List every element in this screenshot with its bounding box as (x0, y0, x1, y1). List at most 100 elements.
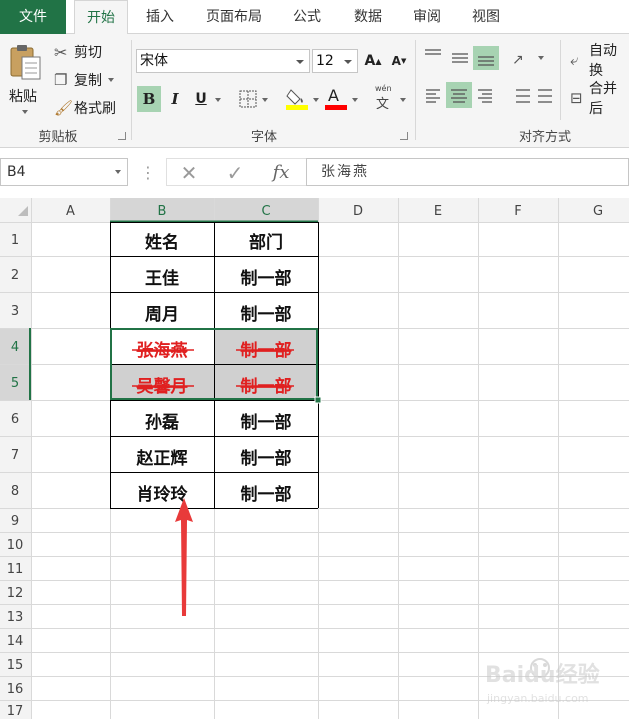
name-box-value: B4 (7, 164, 26, 180)
row-header-17[interactable]: 17 (7, 704, 24, 719)
tab-review[interactable]: 审阅 (402, 0, 452, 34)
watermark-url: jingyan.baidu.com (486, 692, 589, 705)
decrease-font-size-icon[interactable]: A ▼ (388, 50, 410, 72)
clipboard-launcher-icon[interactable] (118, 132, 126, 140)
tab-formulas[interactable]: 公式 (282, 0, 332, 34)
cell-c3[interactable]: 制一部 (241, 304, 292, 325)
fill-handle[interactable] (314, 396, 322, 404)
cell-b7[interactable]: 赵正辉 (136, 448, 188, 469)
cell-c2[interactable]: 制一部 (241, 268, 292, 289)
clipboard-group-label: 剪贴板 (38, 130, 78, 145)
grid-canvas[interactable]: A B C D E F G1234567891011121314151617姓名 部门王佳 制一… (0, 198, 629, 719)
row-header-4[interactable]: 4 (11, 340, 19, 355)
row-header-16[interactable]: 16 (7, 682, 24, 697)
baidu-jingyan-watermark: Baidu经验 jingyan.baidu.com (485, 658, 600, 705)
column-header-g[interactable]: G (593, 204, 603, 219)
name-box[interactable]: B4 (0, 158, 128, 186)
bold-button[interactable]: B (137, 86, 161, 112)
paint-bucket-icon (286, 89, 308, 110)
phonetic-guide-button[interactable]: wén 文 (372, 84, 408, 114)
row-header-13[interactable]: 13 (7, 610, 24, 625)
increase-font-size-icon[interactable]: A ▲ (362, 50, 384, 72)
group-divider (560, 40, 561, 120)
watermark-brand: Baidu经验 (485, 662, 600, 688)
cell-b2[interactable]: 王佳 (145, 268, 179, 289)
font-size-value: 12 (316, 53, 334, 69)
font-launcher-icon[interactable] (400, 132, 408, 140)
font-color-a-icon: A (328, 86, 339, 105)
paste-icon (10, 45, 41, 80)
enter-check-icon[interactable]: ✓ (222, 162, 248, 184)
font-color-button[interactable]: A (325, 86, 361, 112)
chevron-down-icon (344, 60, 352, 64)
column-header-c[interactable]: C (261, 204, 270, 219)
row-header-1[interactable]: 1 (11, 233, 19, 248)
cell-b6[interactable]: 孙磊 (145, 412, 179, 433)
copy-button[interactable]: ❐ 复制 (54, 70, 114, 90)
column-header-a[interactable]: A (66, 204, 75, 219)
cancel-icon[interactable]: ✕ (176, 162, 202, 184)
tab-view[interactable]: 视图 (462, 0, 510, 34)
scissors-icon: ✂ (54, 42, 68, 62)
insert-function-icon[interactable]: fx (266, 162, 296, 184)
fill-color-button[interactable] (286, 86, 322, 112)
row-header-11[interactable]: 11 (7, 562, 24, 577)
wrap-text-label: 自动换 (589, 43, 618, 79)
group-divider (415, 40, 416, 140)
column-header-d[interactable]: D (353, 204, 363, 219)
font-name-select[interactable]: 宋体 (136, 49, 310, 73)
row-header-10[interactable]: 10 (7, 538, 24, 553)
wrap-text-icon: ⤶ (570, 51, 579, 69)
cell-c1[interactable]: 部门 (249, 232, 283, 253)
wrap-text-button[interactable]: ⤶ 自动换 (570, 43, 629, 79)
column-header-f[interactable]: F (514, 204, 521, 219)
copy-icon: ❐ (54, 71, 68, 89)
tab-data[interactable]: 数据 (342, 0, 394, 34)
chevron-down-icon (115, 170, 121, 174)
font-name-value: 宋体 (140, 53, 168, 69)
row-header-3[interactable]: 3 (11, 304, 19, 319)
cell-b8[interactable]: 肖玲玲 (137, 484, 189, 505)
fill-color-dropdown-icon (313, 98, 319, 102)
cell-c7[interactable]: 制一部 (241, 448, 292, 469)
formula-bar: B4 ⋮ ✕ ✓ fx 张海燕 (0, 148, 629, 198)
more-options-icon[interactable]: ⋮ (140, 162, 156, 184)
row-header-14[interactable]: 14 (7, 634, 24, 649)
merge-center-button[interactable]: ⊟ 合并后 (570, 81, 629, 117)
row-header-6[interactable]: 6 (11, 412, 19, 427)
phonetic-dropdown-icon (400, 98, 406, 102)
tab-insert[interactable]: 插入 (134, 0, 186, 34)
column-header-e[interactable]: E (434, 204, 442, 219)
font-size-select[interactable]: 12 (312, 49, 358, 73)
row-header-5[interactable]: 5 (11, 376, 19, 391)
column-header-b[interactable]: B (158, 204, 167, 219)
italic-button[interactable]: I (164, 86, 186, 112)
ribbon-tab-bar: 文件 开始 插入 页面布局 公式 数据 审阅 视图 (0, 0, 629, 35)
merge-label: 合并后 (589, 81, 618, 117)
format-painter-icon: 🖌 (54, 99, 74, 117)
underline-dropdown-icon[interactable] (215, 98, 221, 102)
row-header-8[interactable]: 8 (11, 484, 19, 499)
paste-button[interactable]: 粘贴 (6, 40, 46, 120)
cell-c6[interactable]: 制一部 (241, 412, 292, 433)
cell-b1[interactable]: 姓名 (145, 232, 179, 253)
worksheet-grid[interactable]: A B C D E F G 1 2 3 4 5 6 7 8 9 10 11 12 13 14 15 16 17 姓名 部门 王佳 制一… (0, 198, 629, 719)
group-divider (131, 40, 132, 140)
cell-b3[interactable]: 周月 (145, 305, 179, 325)
format-painter-button[interactable]: 🖌 格式刷 (54, 98, 116, 118)
row-header-7[interactable]: 7 (11, 448, 19, 463)
paste-label: 粘贴 (9, 89, 37, 105)
cell-c8[interactable]: 制一部 (241, 484, 292, 505)
formula-input[interactable]: 张海燕 (306, 158, 629, 186)
row-header-15[interactable]: 15 (7, 658, 24, 673)
row-header-2[interactable]: 2 (11, 268, 19, 283)
tab-file[interactable]: 文件 (0, 0, 66, 34)
row-header-9[interactable]: 9 (11, 514, 19, 529)
tab-home[interactable]: 开始 (74, 0, 128, 35)
alignment-group-label: 对齐方式 (518, 130, 571, 145)
cut-button[interactable]: ✂ 剪切 (54, 42, 102, 62)
borders-button[interactable] (236, 86, 270, 112)
tab-page-layout[interactable]: 页面布局 (196, 0, 272, 34)
row-header-12[interactable]: 12 (7, 586, 24, 601)
underline-button[interactable]: U (190, 86, 212, 112)
